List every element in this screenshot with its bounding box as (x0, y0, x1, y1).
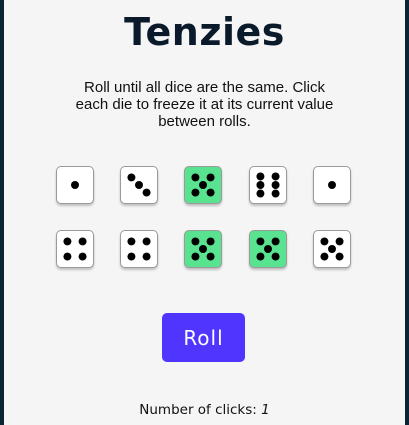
instructions-text: Roll until all dice are the same. Click … (75, 79, 334, 130)
pip (135, 181, 143, 189)
pip (191, 252, 200, 261)
pip (127, 237, 136, 246)
pip (256, 172, 265, 181)
die-face-5-icon (320, 237, 344, 261)
pip (71, 181, 79, 189)
pip (142, 252, 151, 261)
game-panel: Tenzies Roll until all dice are the same… (4, 0, 405, 425)
pip (271, 172, 280, 181)
pip (206, 173, 215, 182)
pip (206, 188, 215, 197)
pip (256, 189, 265, 198)
roll-button[interactable]: Roll (162, 313, 245, 362)
page-title: Tenzies (124, 10, 285, 54)
pip (78, 252, 87, 261)
pip (335, 252, 344, 261)
die-face-5-icon (191, 173, 215, 197)
die-face-5-icon (191, 237, 215, 261)
pip (206, 252, 215, 261)
die-face-3-icon (127, 173, 151, 197)
pip (320, 237, 329, 246)
die-10[interactable] (313, 230, 351, 268)
pip (256, 237, 265, 246)
pip (271, 237, 280, 246)
pip (264, 245, 272, 253)
pip (142, 237, 151, 246)
die-face-1-icon (71, 181, 79, 189)
pip (256, 181, 265, 189)
pip (63, 237, 72, 246)
pip (78, 237, 87, 246)
die-3[interactable] (184, 166, 222, 204)
pip (335, 237, 344, 246)
die-5[interactable] (313, 166, 351, 204)
pip (271, 181, 280, 189)
pip (328, 181, 336, 189)
die-8[interactable] (184, 230, 222, 268)
pip (256, 252, 265, 261)
pip (191, 173, 200, 182)
pip (328, 245, 336, 253)
pip (199, 181, 207, 189)
die-face-5-icon (256, 237, 280, 261)
clicks-label: Number of clicks: (139, 402, 257, 418)
die-4[interactable] (249, 166, 287, 204)
die-1[interactable] (56, 166, 94, 204)
pip (127, 173, 136, 182)
pip (142, 188, 151, 197)
die-face-4-icon (63, 237, 87, 261)
die-face-4-icon (127, 237, 151, 261)
clicks-counter: Number of clicks: 1 (4, 402, 405, 418)
pip (206, 237, 215, 246)
pip (199, 245, 207, 253)
pip (127, 252, 136, 261)
pip (320, 252, 329, 261)
die-face-1-icon (328, 181, 336, 189)
pip (191, 188, 200, 197)
die-6[interactable] (56, 230, 94, 268)
die-9[interactable] (249, 230, 287, 268)
pip (271, 252, 280, 261)
die-2[interactable] (120, 166, 158, 204)
clicks-count: 1 (261, 402, 270, 418)
pip (63, 252, 72, 261)
pip (191, 237, 200, 246)
die-face-6-icon (256, 172, 280, 198)
die-7[interactable] (120, 230, 158, 268)
pip (271, 189, 280, 198)
